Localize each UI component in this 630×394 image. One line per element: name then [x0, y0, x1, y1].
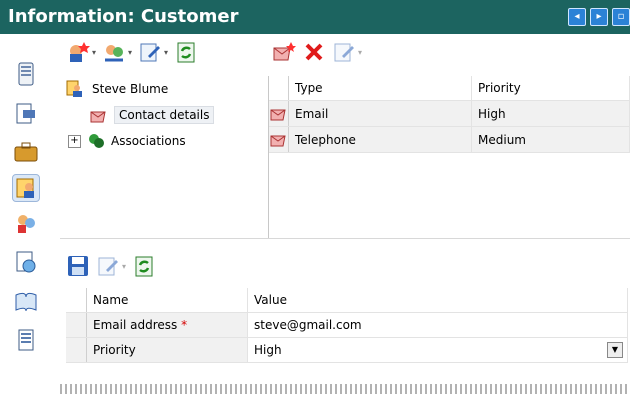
chevron-down-icon[interactable]: ▾: [92, 48, 96, 57]
book-icon[interactable]: [12, 288, 40, 316]
back-window-icon[interactable]: ◂: [568, 8, 586, 26]
link-customer-icon[interactable]: [102, 40, 126, 64]
expand-icon[interactable]: +: [68, 134, 81, 148]
customer-icon[interactable]: [12, 174, 40, 202]
forward-window-icon[interactable]: ▸: [590, 8, 608, 26]
associations-icon: [87, 132, 105, 150]
customer-icon: [66, 80, 84, 98]
row-gutter: [66, 337, 87, 363]
chevron-down-icon[interactable]: ▾: [122, 262, 126, 271]
table-row[interactable]: Email High: [268, 100, 630, 127]
row-gutter: [268, 76, 289, 101]
priority-select-value: High: [254, 343, 282, 357]
title-bar: Information: Customer ◂ ▸ ▫: [0, 0, 630, 34]
row-gutter: [268, 100, 289, 127]
document-list-icon[interactable]: [12, 326, 40, 354]
edit-icon[interactable]: [332, 40, 356, 64]
window-title: Information: Customer: [8, 6, 239, 27]
tree-item-contact-details[interactable]: Contact details: [60, 102, 260, 128]
table-row[interactable]: Priority High ▼: [66, 337, 628, 363]
pane-divider: [268, 76, 269, 238]
email-contact-icon: [270, 109, 286, 121]
priority-select[interactable]: High ▼: [247, 337, 628, 363]
property-name-label: Email address: [93, 318, 178, 332]
contacts-table: Type Priority Email High Telephone Mediu…: [268, 76, 630, 153]
contact-type-cell: Telephone: [288, 126, 472, 153]
row-gutter: [66, 312, 87, 338]
contact-priority-cell: Medium: [471, 126, 630, 153]
truncated-status-strip: [60, 384, 630, 394]
chevron-down-icon[interactable]: ▾: [128, 48, 132, 57]
window-controls: ◂ ▸ ▫: [568, 8, 630, 26]
contact-details-icon: [90, 106, 108, 124]
properties-toolbar: ▾: [66, 254, 156, 278]
chevron-down-icon[interactable]: ▾: [164, 48, 168, 57]
dropdown-arrow-icon[interactable]: ▼: [607, 342, 623, 358]
contact-type-cell: Email: [288, 100, 472, 127]
column-header-type[interactable]: Type: [288, 76, 472, 101]
tree-item-associations[interactable]: + Associations: [60, 128, 260, 154]
row-gutter: [268, 126, 289, 153]
column-header-name[interactable]: Name: [86, 288, 248, 313]
chevron-down-icon[interactable]: ▾: [358, 48, 362, 57]
tree-root[interactable]: Steve Blume: [60, 76, 260, 102]
tree-item-label: Associations: [111, 134, 186, 148]
refresh-icon[interactable]: [174, 40, 198, 64]
property-name-cell: Email address *: [86, 312, 248, 338]
property-name-label: Priority: [86, 337, 248, 363]
form-edit-icon[interactable]: [12, 100, 40, 128]
properties-table: Name Value Email address * steve@gmail.c…: [66, 288, 628, 363]
refresh-icon[interactable]: [132, 254, 156, 278]
save-icon[interactable]: [66, 254, 90, 278]
people-icon[interactable]: [12, 210, 40, 238]
contacts-toolbar: ▾: [272, 40, 362, 64]
new-contact-icon[interactable]: [272, 40, 296, 64]
table-header-row: Type Priority: [268, 76, 630, 101]
required-marker: *: [181, 318, 188, 332]
new-customer-icon[interactable]: [66, 40, 90, 64]
column-header-value[interactable]: Value: [247, 288, 628, 313]
edit-icon[interactable]: [138, 40, 162, 64]
section-divider: [60, 238, 630, 239]
telephone-contact-icon: [270, 135, 286, 147]
tree-toolbar: ▾ ▾ ▾: [66, 40, 198, 64]
tree-root-label: Steve Blume: [92, 82, 169, 96]
column-header-priority[interactable]: Priority: [471, 76, 630, 101]
briefcase-icon[interactable]: [12, 138, 40, 166]
table-row[interactable]: Email address * steve@gmail.com: [66, 312, 628, 338]
address-card-icon[interactable]: [12, 60, 40, 88]
tree-item-label: Contact details: [114, 106, 215, 124]
customer-tree: Steve Blume Contact details + Associatio…: [60, 76, 260, 154]
delete-icon[interactable]: [302, 40, 326, 64]
report-globe-icon[interactable]: [12, 248, 40, 276]
restore-window-icon[interactable]: ▫: [612, 8, 630, 26]
table-header-row: Name Value: [66, 288, 628, 313]
row-gutter: [66, 288, 87, 313]
table-row[interactable]: Telephone Medium: [268, 126, 630, 153]
contact-priority-cell: High: [471, 100, 630, 127]
email-value-input[interactable]: steve@gmail.com: [247, 312, 628, 338]
left-nav: [0, 34, 56, 394]
edit-icon[interactable]: [96, 254, 120, 278]
